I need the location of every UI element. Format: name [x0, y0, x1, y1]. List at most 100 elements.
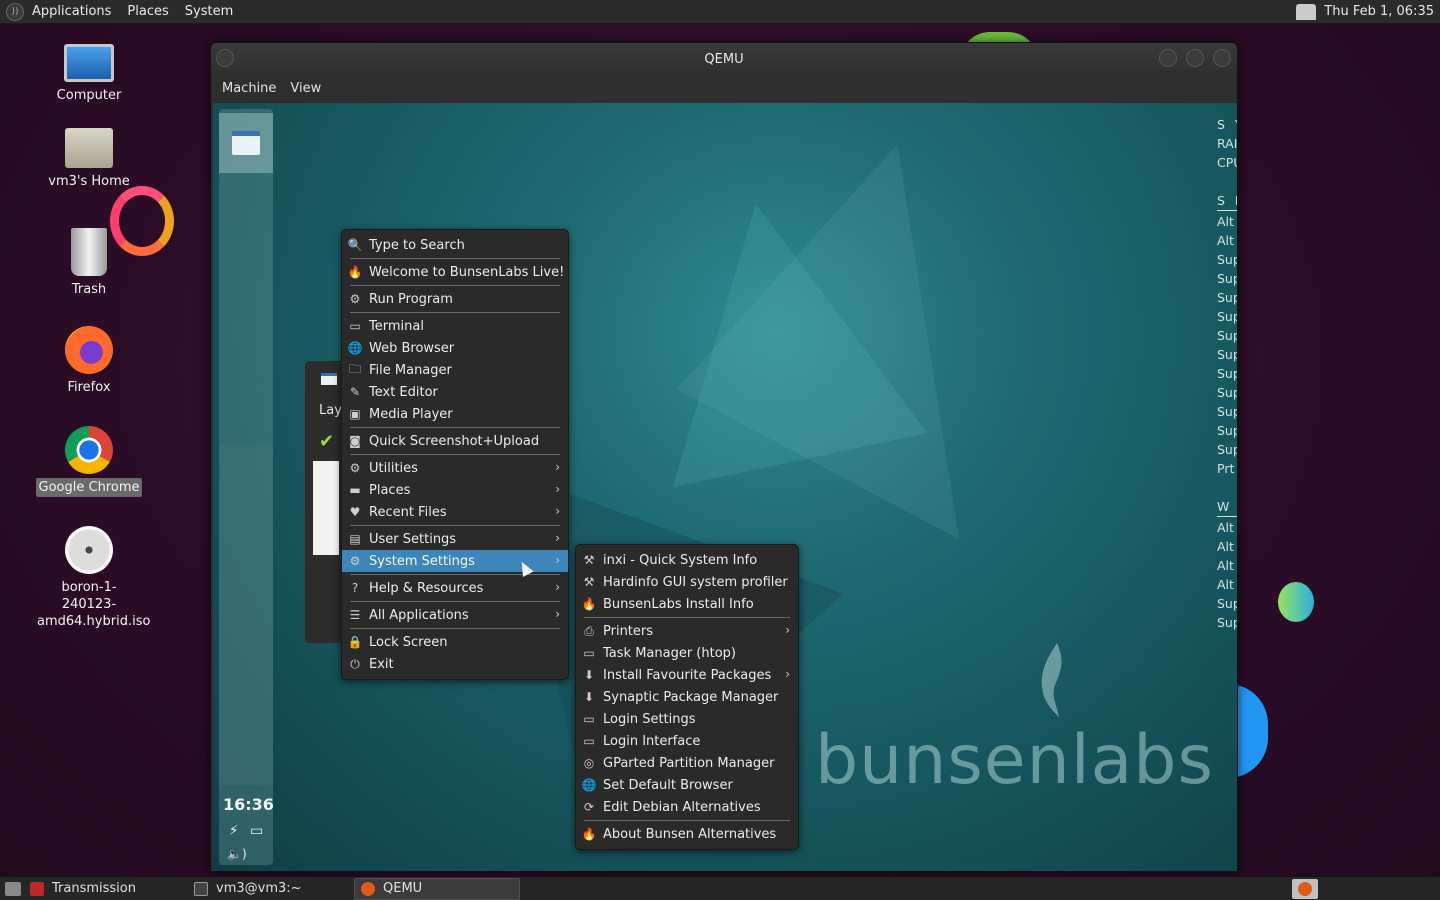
show-desktop-button[interactable] — [2, 878, 24, 900]
menu-item-label: Set Default Browser — [603, 777, 733, 793]
network-icon[interactable] — [1296, 3, 1317, 20]
taskbar-item-qemu[interactable]: QEMU — [354, 877, 520, 900]
machine-menu[interactable]: Machine — [215, 81, 283, 96]
menu-item-label: Media Player — [369, 406, 453, 422]
close-button[interactable] — [1213, 49, 1231, 67]
top-panel-clock[interactable]: Thu Feb 1, 06:35 — [1324, 4, 1434, 19]
menu-item-lock-screen[interactable]: 🔒 Lock Screen — [342, 631, 568, 653]
terminal-icon — [194, 881, 208, 896]
menu-item-media-player[interactable]: ▣ Media Player — [342, 403, 568, 425]
menu-item-file-manager[interactable]: 🗀 File Manager — [342, 359, 568, 381]
submenu-item-inxi-quick-system-info[interactable]: ⚒ inxi - Quick System Info — [576, 549, 798, 571]
display-icon[interactable]: ▭ — [250, 823, 263, 839]
submenu-item-gparted-partition-manager[interactable]: ◎ GParted Partition Manager — [576, 752, 798, 774]
menu-item-all-applications[interactable]: ☰ All Applications › — [342, 604, 568, 626]
conky-line: Alt — [1217, 214, 1234, 229]
conky-keybindings-panel: S Y RAI CPU S H Alt Alt Sup Sup Sup Sup Sup Sup Sup S… — [1217, 115, 1237, 632]
submenu-item-login-settings[interactable]: ▭ Login Settings — [576, 708, 798, 730]
trash-icon — [71, 228, 107, 276]
menu-item-type-to-search[interactable]: 🔍 Type to Search — [342, 234, 568, 256]
submenu-item-printers[interactable]: ⎙ Printers › — [576, 620, 798, 642]
submenu-item-login-interface[interactable]: ▭ Login Interface — [576, 730, 798, 752]
menu-item-user-settings[interactable]: ▤ User Settings › — [342, 528, 568, 550]
menu-separator — [584, 617, 790, 618]
background-window[interactable]: Lay ✔ — [305, 361, 342, 643]
desktop-icon-iso[interactable]: boron-1-240123-amd64.hybrid.iso — [34, 526, 150, 631]
menu-item-label: Install Favourite Packages — [603, 667, 772, 683]
tray-qemu-icon[interactable] — [1292, 878, 1318, 899]
submenu-item-bunsenlabs-install-info[interactable]: 🔥 BunsenLabs Install Info — [576, 593, 798, 615]
conky-line — [1217, 478, 1237, 497]
menu-item-text-editor[interactable]: ✎ Text Editor — [342, 381, 568, 403]
conky-line: Sup — [1217, 404, 1237, 419]
window-menu-button[interactable] — [216, 49, 234, 67]
dock-launcher[interactable] — [219, 113, 273, 173]
minimize-button[interactable] — [1159, 49, 1177, 67]
submenu-item-install-favourite-packages[interactable]: ⬇ Install Favourite Packages › — [576, 664, 798, 686]
check-icon: ✔ — [319, 431, 335, 452]
menu-item-utilities[interactable]: ⚙ Utilities › — [342, 457, 568, 479]
menu-separator — [584, 820, 790, 821]
lock-icon: 🔒 — [347, 635, 363, 649]
system-menu[interactable]: System — [177, 4, 241, 19]
menu-separator — [350, 628, 560, 629]
tools-icon: ⚒ — [583, 553, 595, 567]
submenu-item-set-default-browser[interactable]: 🌐 Set Default Browser — [576, 774, 798, 796]
menu-item-help-resources[interactable]: ? Help & Resources › — [342, 577, 568, 599]
distro-logo-icon[interactable]: )) — [6, 2, 24, 21]
conky-separator — [1217, 516, 1237, 517]
desktop-icon-firefox[interactable]: Firefox — [34, 326, 144, 397]
chevron-right-icon: › — [555, 504, 560, 518]
submenu-item-about-bunsen-alternatives[interactable]: 🔥 About Bunsen Alternatives — [576, 823, 798, 845]
volume-icon[interactable]: 🔈) — [227, 847, 247, 861]
places-menu[interactable]: Places — [119, 4, 176, 19]
desktop-icon-computer[interactable]: Computer — [34, 44, 144, 105]
applications-menu[interactable]: Applications — [24, 4, 119, 19]
window-titlebar[interactable]: QEMU — [211, 43, 1237, 75]
submenu-item-synaptic-package-manager[interactable]: ⬇ Synaptic Package Manager — [576, 686, 798, 708]
menu-item-label: Terminal — [369, 318, 424, 334]
edit-icon: ✎ — [349, 385, 361, 399]
menu-item-places[interactable]: ▬ Places › — [342, 479, 568, 501]
menu-item-run-program[interactable]: ⚙ Run Program — [342, 288, 568, 310]
menu-item-terminal[interactable]: ▭ Terminal — [342, 315, 568, 337]
menu-item-web-browser[interactable]: 🌐 Web Browser — [342, 337, 568, 359]
maximize-button[interactable] — [1186, 49, 1204, 67]
menu-separator — [350, 285, 560, 286]
menu-item-system-settings[interactable]: ⚙ System Settings › — [342, 550, 568, 572]
gear-icon: ⚙ — [349, 554, 361, 568]
media-icon: ▣ — [349, 407, 361, 421]
disc-image-icon — [65, 526, 113, 574]
desktop-icon-label: vm3's Home — [48, 174, 130, 189]
conky-line: Sup — [1217, 442, 1237, 457]
conky-line — [1217, 172, 1237, 191]
window-icon — [232, 131, 260, 155]
wallpaper-ball-decoration — [1278, 582, 1314, 622]
desktop-icon-home[interactable]: vm3's Home — [34, 128, 144, 191]
menu-item-exit[interactable]: ⏻ Exit — [342, 653, 568, 675]
power-icon: ⏻ — [350, 656, 360, 671]
bunsenlabs-logo-text: bunsenlabs — [815, 721, 1214, 800]
menu-item-label: Welcome to BunsenLabs Live! — [369, 264, 565, 280]
menu-item-welcome-to-bunsenlabs-live[interactable]: 🔥 Welcome to BunsenLabs Live! — [342, 261, 568, 283]
power-icon[interactable]: ⚡ — [229, 823, 239, 839]
taskbar-item-transmission[interactable]: Transmission — [24, 878, 188, 900]
conky-line: CPU — [1217, 155, 1237, 170]
desktop-icon-chrome[interactable]: Google Chrome — [34, 426, 144, 497]
submenu-item-hardinfo-gui-system-profiler[interactable]: ⚒ Hardinfo GUI system profiler — [576, 571, 798, 593]
menu-item-quick-screenshot-upload[interactable]: ◙ Quick Screenshot+Upload — [342, 430, 568, 452]
guest-clock[interactable]: 16:36 — [223, 795, 274, 814]
top-panel-tray: Thu Feb 1, 06:35 — [1296, 3, 1440, 20]
menu-item-label: Edit Debian Alternatives — [603, 799, 761, 815]
submenu-item-edit-debian-alternatives[interactable]: ⟳ Edit Debian Alternatives — [576, 796, 798, 818]
desktop-icon-trash[interactable]: Trash — [34, 228, 144, 299]
submenu-item-task-manager-htop[interactable]: ▭ Task Manager (htop) — [576, 642, 798, 664]
conky-line: RAI — [1217, 136, 1237, 151]
view-menu[interactable]: View — [283, 81, 328, 96]
window-icon — [321, 373, 337, 385]
taskbar-item-terminal[interactable]: vm3@vm3:~ — [188, 878, 354, 900]
menu-item-recent-files[interactable]: ♥ Recent Files › — [342, 501, 568, 523]
menu-item-label: inxi - Quick System Info — [603, 552, 758, 568]
conky-line: Sup — [1217, 252, 1237, 267]
guest-screen[interactable]: 16:36 ⚡ ▭ 🔈) Lay ✔ S Y RAI CPU S H Alt Alt Sup… — [213, 103, 1237, 871]
